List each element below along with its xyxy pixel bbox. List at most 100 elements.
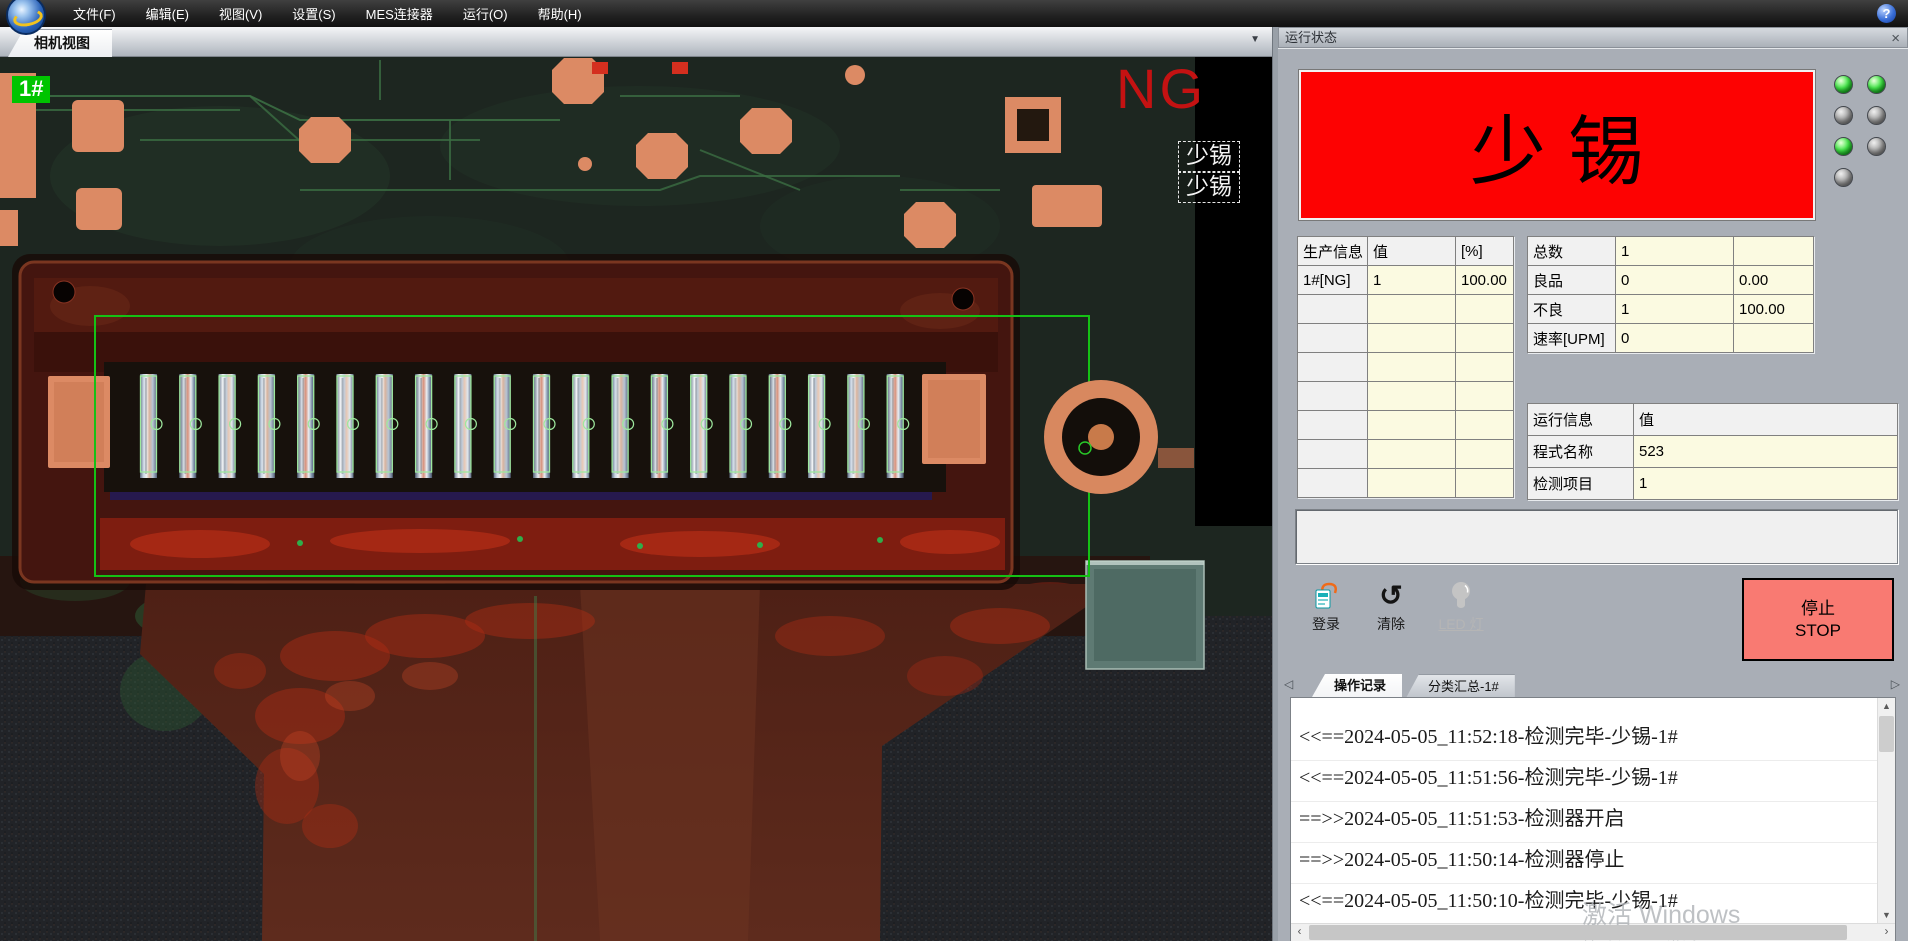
- table-cell: [1456, 469, 1514, 498]
- vscroll-thumb[interactable]: [1879, 716, 1894, 752]
- defect-label: 少锡: [1178, 172, 1240, 203]
- menu-bar: 文件(F)编辑(E)视图(V)设置(S)MES连接器运行(O)帮助(H) ?: [0, 0, 1908, 27]
- table-cell: [1368, 295, 1456, 324]
- log-entry: <<==2024-05-05_11:52:18-检测完毕-少锡-1#: [1291, 720, 1878, 761]
- run-info-table: 运行信息值程式名称523检测项目1: [1527, 403, 1898, 500]
- scroll-up-icon[interactable]: ▲: [1878, 698, 1895, 715]
- close-icon[interactable]: ×: [1891, 29, 1900, 48]
- log-entries: <<==2024-05-05_11:52:18-检测完毕-少锡-1#<<==20…: [1291, 698, 1878, 924]
- table-cell: [1298, 440, 1368, 469]
- status-light-on: [1834, 137, 1853, 156]
- table-row: 不良1100.00: [1528, 295, 1814, 324]
- production-table: 生产信息值[%]1#[NG]1100.00: [1297, 236, 1514, 498]
- menu-item[interactable]: 运行(O): [448, 4, 523, 23]
- table-cell: [1298, 295, 1368, 324]
- login-badge-icon: [1297, 580, 1355, 614]
- menu-item[interactable]: MES连接器: [351, 4, 448, 23]
- clear-button[interactable]: ↺ 清除: [1362, 580, 1420, 638]
- tab-scroll-right-icon[interactable]: ▷: [1891, 677, 1900, 691]
- camera-image: [0, 56, 1272, 941]
- table-cell: 523: [1634, 436, 1898, 468]
- table-cell: 1: [1634, 468, 1898, 500]
- led-bulb-icon: [1426, 580, 1496, 614]
- defect-label: 少锡: [1178, 141, 1240, 172]
- led-light-button[interactable]: LED 灯: [1426, 580, 1496, 638]
- table-row: [1298, 411, 1514, 440]
- table-cell: [1734, 237, 1814, 266]
- table-row: 1#[NG]1100.00: [1298, 266, 1514, 295]
- table-row: [1298, 324, 1514, 353]
- table-row: [1298, 382, 1514, 411]
- status-light-on: [1867, 75, 1886, 94]
- table-cell: 生产信息: [1298, 237, 1368, 266]
- table-cell: [1298, 382, 1368, 411]
- login-button[interactable]: 登录: [1297, 580, 1355, 638]
- table-cell: [1298, 353, 1368, 382]
- message-box: [1295, 509, 1898, 564]
- panel-header: 运行状态 ×: [1278, 27, 1908, 48]
- table-cell: [1456, 411, 1514, 440]
- table-cell: [1368, 382, 1456, 411]
- table-cell: 0.00: [1734, 266, 1814, 295]
- table-row: [1298, 295, 1514, 324]
- scroll-left-icon[interactable]: ‹: [1291, 924, 1308, 941]
- led-label: LED 灯: [1438, 616, 1483, 632]
- panel-body: 少锡 生产信息值[%]1#[NG]1100.00 总数1良品00.00不良110…: [1278, 48, 1908, 941]
- status-light-off: [1867, 137, 1886, 156]
- scroll-down-icon[interactable]: ▼: [1878, 907, 1895, 924]
- status-lights: [1834, 75, 1904, 225]
- table-row: [1298, 440, 1514, 469]
- table-cell: [1456, 440, 1514, 469]
- table-cell: 1: [1368, 266, 1456, 295]
- table-cell: 检测项目: [1528, 468, 1634, 500]
- table-cell: 1: [1616, 295, 1734, 324]
- tab-classification-summary[interactable]: 分类汇总-1#: [1406, 674, 1515, 698]
- table-cell: 0: [1616, 266, 1734, 295]
- stop-label-cn: 停止: [1801, 598, 1835, 620]
- stop-button[interactable]: 停止 STOP: [1742, 578, 1894, 661]
- table-cell: [1368, 469, 1456, 498]
- help-icon[interactable]: ?: [1877, 4, 1896, 23]
- camera-view: 1# NG 少锡少锡: [0, 56, 1272, 941]
- menu-item[interactable]: 设置(S): [277, 4, 350, 23]
- table-cell: [1298, 469, 1368, 498]
- clear-label: 清除: [1377, 616, 1405, 632]
- table-cell: 运行信息: [1528, 404, 1634, 436]
- chevron-down-icon[interactable]: ▼: [1250, 34, 1260, 45]
- inspection-result-label: NG: [1116, 56, 1206, 121]
- table-row: 良品00.00: [1528, 266, 1814, 295]
- menu-item[interactable]: 编辑(E): [131, 4, 204, 23]
- table-row: 生产信息值[%]: [1298, 237, 1514, 266]
- log-entry: ==>>2024-05-05_11:50:14-检测器停止: [1291, 843, 1878, 884]
- table-cell: [1456, 382, 1514, 411]
- menu-items: 文件(F)编辑(E)视图(V)设置(S)MES连接器运行(O)帮助(H): [58, 4, 597, 23]
- defect-banner: 少锡: [1299, 70, 1815, 220]
- log-entry: ==>>2024-05-05_11:51:53-检测器开启: [1291, 802, 1878, 843]
- panel-title: 运行状态: [1285, 30, 1337, 45]
- log-vertical-scrollbar[interactable]: ▲ ▼: [1877, 698, 1895, 924]
- table-cell: [1368, 411, 1456, 440]
- stop-label-en: STOP: [1795, 620, 1841, 642]
- table-cell: [1298, 324, 1368, 353]
- tab-scroll-left-icon[interactable]: ◁: [1284, 677, 1293, 691]
- table-cell: [%]: [1456, 237, 1514, 266]
- scroll-right-icon[interactable]: ›: [1878, 924, 1895, 941]
- table-cell: [1734, 324, 1814, 353]
- table-cell: 1#[NG]: [1298, 266, 1368, 295]
- table-row: 检测项目1: [1528, 468, 1898, 500]
- log-tab-strip: ◁ 操作记录 分类汇总-1# ▷: [1278, 673, 1908, 697]
- tab-operation-log[interactable]: 操作记录: [1312, 674, 1402, 697]
- menu-item[interactable]: 视图(V): [204, 4, 277, 23]
- table-row: [1298, 353, 1514, 382]
- hscroll-thumb[interactable]: [1309, 925, 1847, 940]
- clear-icon: ↺: [1362, 580, 1420, 614]
- status-light-on: [1834, 75, 1853, 94]
- table-cell: 良品: [1528, 266, 1616, 295]
- log-horizontal-scrollbar[interactable]: ‹ ›: [1291, 923, 1895, 941]
- table-cell: 值: [1634, 404, 1898, 436]
- menu-item[interactable]: 帮助(H): [523, 4, 597, 23]
- operation-log: <<==2024-05-05_11:52:18-检测完毕-少锡-1#<<==20…: [1290, 697, 1896, 941]
- application-window: 文件(F)编辑(E)视图(V)设置(S)MES连接器运行(O)帮助(H) ? 相…: [0, 0, 1908, 941]
- table-cell: 速率[UPM]: [1528, 324, 1616, 353]
- menu-item[interactable]: 文件(F): [58, 4, 131, 23]
